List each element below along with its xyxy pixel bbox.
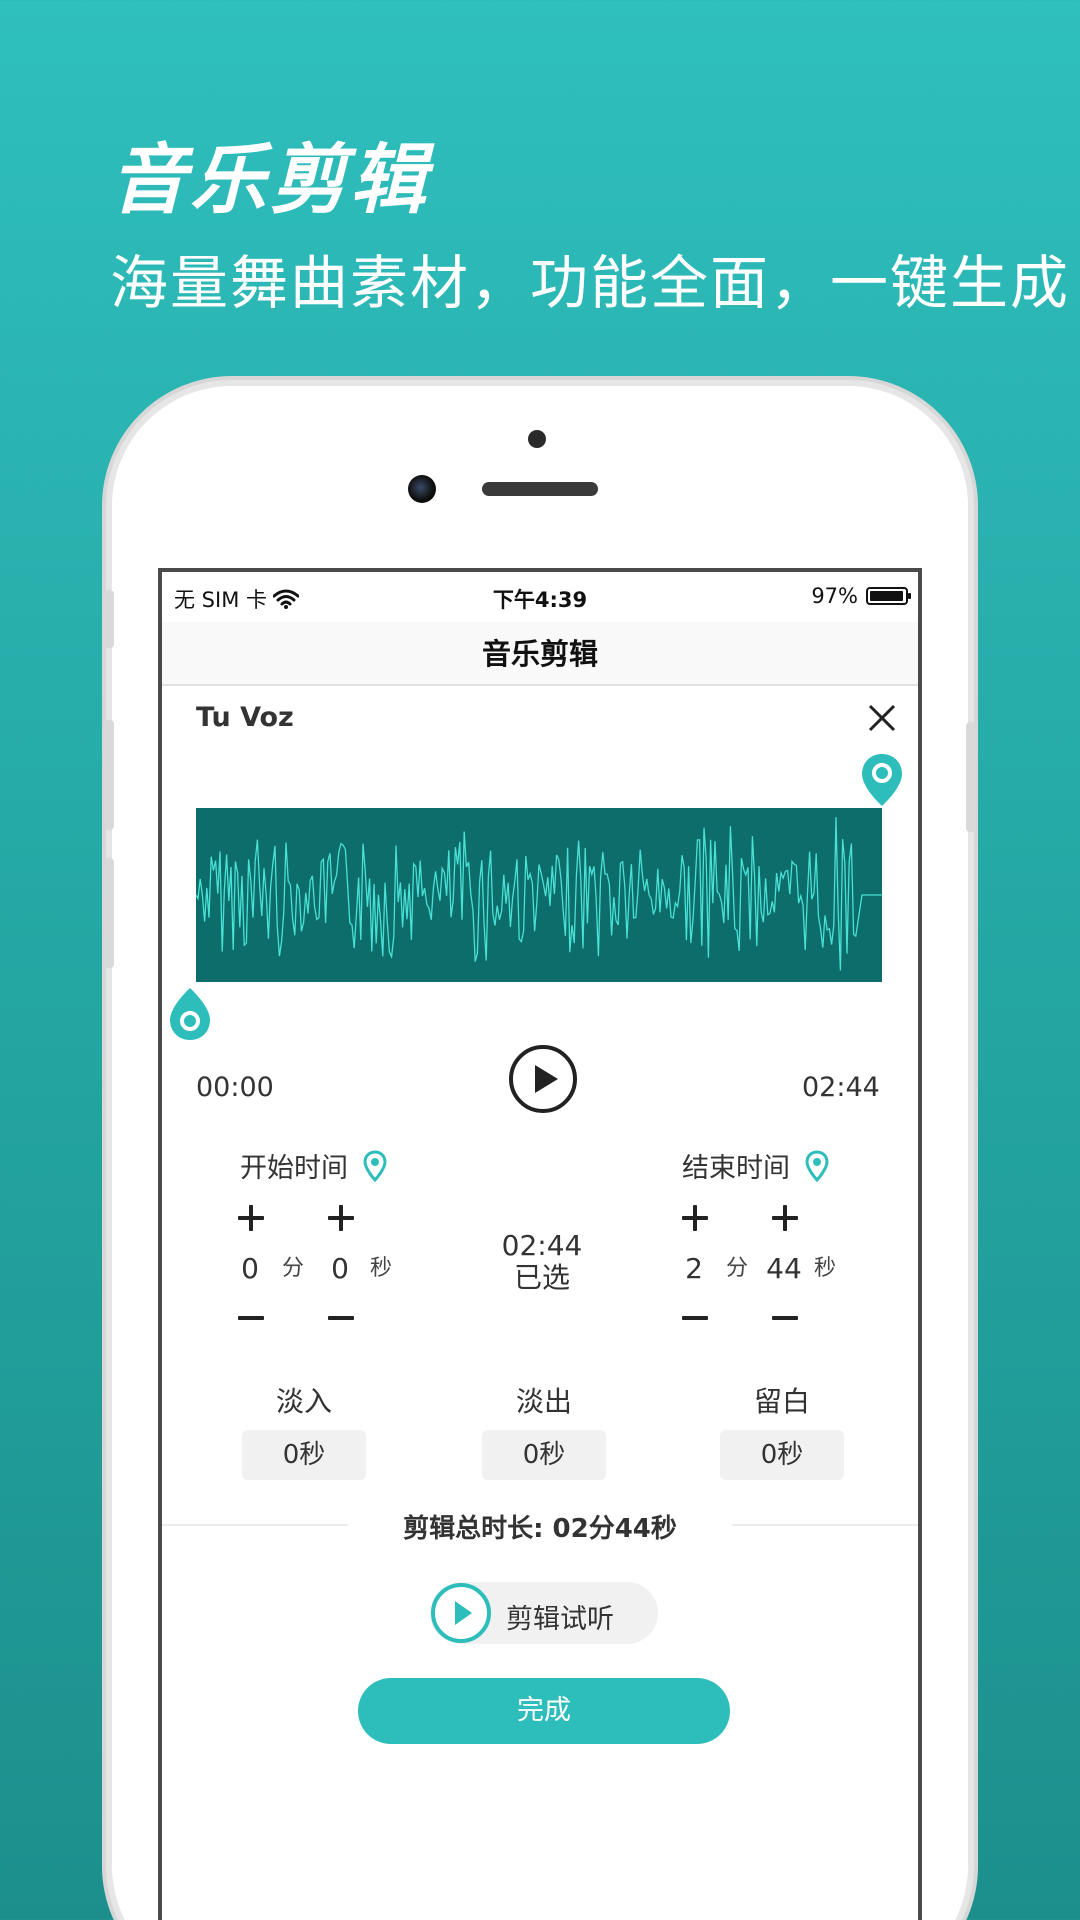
status-bar: 无 SIM 卡 下午4:39 97% [162,572,918,622]
start-seconds-unit: 秒 [370,1256,393,1281]
start-minutes-value: 0 [241,1252,259,1285]
end-seconds-value: 44 [766,1252,802,1285]
waveform-path [196,817,882,971]
fade-out-label: 淡出 [515,1385,572,1418]
preview-label: 剪辑试听 [506,1604,614,1635]
status-right: 97% [811,584,911,608]
selected-duration-value: 02:44 [501,1229,583,1262]
play-icon [431,1583,491,1643]
end-time-label: 结束时间 [682,1146,830,1185]
phone-volume-up [104,720,114,830]
total-duration: 剪辑总时长: 02分44秒 [403,1514,677,1544]
start-time-label-text: 开始时间 [240,1153,348,1184]
fade-out-button[interactable]: 0秒 [482,1430,606,1480]
status-time: 下午4:39 [492,588,588,612]
padding-label: 留白 [753,1385,810,1418]
start-minutes-unit: 分 [282,1256,305,1281]
end-time-label-text: 结束时间 [682,1153,790,1184]
start-seconds-value: 0 [331,1252,349,1285]
done-button[interactable]: 完成 [358,1678,730,1744]
fade-in-button[interactable]: 0秒 [242,1430,366,1480]
selected-duration-label: 已选 [513,1261,570,1294]
phone-speaker [482,482,598,496]
nav-title: 音乐剪辑 [162,622,918,686]
play-icon[interactable] [508,1044,578,1114]
end-seconds-minus-button[interactable] [764,1298,804,1338]
song-title: Tu Voz [196,702,294,733]
start-time-label: 开始时间 [240,1146,388,1185]
battery-icon [866,587,911,605]
end-minutes-plus-button[interactable] [674,1198,714,1238]
fade-in-label: 淡入 [275,1385,332,1418]
start-marker-handle[interactable] [168,986,212,1042]
battery-percent: 97% [811,584,858,608]
end-minutes-minus-button[interactable] [674,1298,714,1338]
end-seconds-plus-button[interactable] [764,1198,804,1238]
timeline-start-time: 00:00 [196,1072,274,1103]
preview-button[interactable]: 剪辑试听 [430,1582,658,1644]
start-seconds-minus-button[interactable] [320,1298,360,1338]
app-screen: 无 SIM 卡 下午4:39 97% 音乐剪辑 Tu Voz 00:00 02:… [158,568,922,1920]
start-minutes-plus-button[interactable] [230,1198,270,1238]
promo-title: 音乐剪辑 [110,135,430,224]
start-minutes-minus-button[interactable] [230,1298,270,1338]
end-marker-handle[interactable] [860,752,904,808]
phone-volume-down [104,858,114,968]
end-seconds-unit: 秒 [814,1256,837,1281]
padding-button[interactable]: 0秒 [720,1430,844,1480]
phone-camera [408,475,436,503]
phone-sensor [528,430,546,448]
battery-fill [870,591,903,601]
waveform-graphic [196,817,882,971]
location-pin-icon [805,1149,829,1182]
promo-subtitle: 海量舞曲素材，功能全面，一键生成 [110,249,1071,317]
phone-power-button [966,722,976,832]
location-pin-icon [363,1149,387,1182]
start-seconds-plus-button[interactable] [320,1198,360,1238]
end-minutes-unit: 分 [726,1256,749,1281]
selected-duration: 02:44 已选 [442,1230,642,1294]
phone-side-button [104,590,114,648]
timeline-end-time: 02:44 [802,1072,880,1103]
waveform[interactable] [196,808,882,982]
close-icon[interactable] [862,698,902,738]
end-minutes-value: 2 [685,1252,703,1285]
